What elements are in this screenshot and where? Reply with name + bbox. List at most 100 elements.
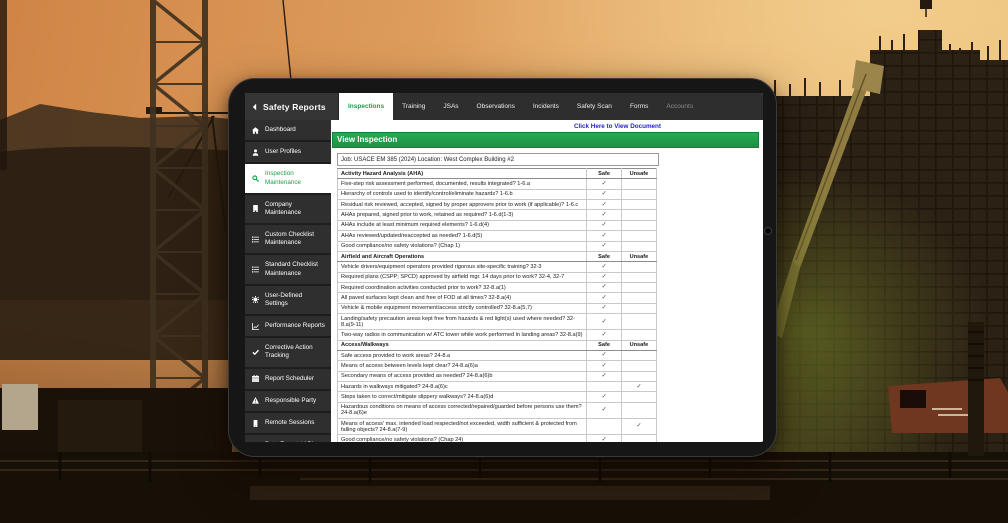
checklist-question: Means of access between levels kept clea… [338, 361, 587, 371]
unsafe-cell [621, 371, 656, 381]
gear-icon [252, 296, 260, 303]
safe-cell: ✓ [587, 179, 622, 189]
checklist-question: AHAs include at least minimum required e… [338, 220, 587, 230]
unsafe-cell [621, 330, 656, 340]
search-icon [252, 175, 260, 182]
section-title: Activity Hazard Analysis (AHA) [338, 169, 587, 179]
tab-inspections[interactable]: Inspections [339, 93, 393, 120]
checklist-question: Good compliance/no safety violations? (C… [338, 435, 587, 442]
checklist-row: Steps taken to correct/mitigate slippery… [338, 392, 657, 402]
sidebar-item-performance-reports[interactable]: Performance Reports [245, 316, 331, 338]
safe-cell: ✓ [587, 435, 622, 442]
sidebar-item-user-defined-settings[interactable]: User-Defined Settings [245, 286, 331, 316]
safe-cell: ✓ [587, 293, 622, 303]
safe-column-header: Safe [587, 251, 622, 261]
app-screen: Safety Reports InspectionsTrainingJSAsOb… [245, 93, 763, 442]
check-icon: ✓ [602, 190, 607, 197]
tab-observations[interactable]: Observations [468, 93, 524, 120]
tab-accounts[interactable]: Accounts [657, 93, 702, 120]
main-content: Click Here to View Document View Inspect… [331, 120, 763, 442]
unsafe-cell [621, 220, 656, 230]
sidebar-item-company-maintenance[interactable]: Company Maintenance [245, 195, 331, 225]
sidebar-item-data-export-api[interactable]: Data Export / API [245, 435, 331, 442]
checklist-row: Hierarchy of controls used to identify/c… [338, 189, 657, 199]
tab-forms[interactable]: Forms [621, 93, 657, 120]
user-icon [252, 149, 260, 156]
tab-training[interactable]: Training [393, 93, 434, 120]
sidebar-item-standard-checklist-maintenance[interactable]: Standard Checklist Maintenance [245, 255, 331, 285]
checklist-question: Five-step risk assessment performed, doc… [338, 179, 587, 189]
check-icon: ✓ [602, 318, 607, 325]
safe-cell: ✓ [587, 189, 622, 199]
unsafe-column-header: Unsafe [621, 251, 656, 261]
sidebar-item-report-scheduler[interactable]: Report Scheduler [245, 369, 331, 391]
checklist-question: Hierarchy of controls used to identify/c… [338, 189, 587, 199]
checklist-row: Landing/safety precaution areas kept fre… [338, 314, 657, 330]
mobile-icon [252, 420, 260, 427]
checklist-question: Secondary means of access provided as ne… [338, 371, 587, 381]
check-icon: ✓ [602, 221, 607, 228]
warning-icon [252, 397, 260, 404]
safe-cell: ✓ [587, 361, 622, 371]
sidebar-item-corrective-action-tracking[interactable]: Corrective Action Tracking [245, 338, 331, 368]
unsafe-cell [621, 262, 656, 272]
safe-cell: ✓ [587, 241, 622, 251]
checklist-question: Hazardous conditions on means of access … [338, 402, 587, 418]
checklist-question: Means of access' max. intended load resp… [338, 418, 587, 434]
body-row: DashboardUser ProfilesInspection Mainten… [245, 120, 763, 442]
check-icon: ✓ [602, 304, 607, 311]
tab-jsas[interactable]: JSAs [434, 93, 467, 120]
checklist-row: Secondary means of access provided as ne… [338, 371, 657, 381]
sidebar-item-label: Standard Checklist Maintenance [265, 261, 326, 277]
view-document-link[interactable]: Click Here to View Document [574, 123, 661, 130]
section-header-row: Activity Hazard Analysis (AHA)SafeUnsafe [338, 169, 657, 179]
safe-column-header: Safe [587, 169, 622, 179]
checklist-question: Hazards in walkways mitigated? 24-8.a(6)… [338, 382, 587, 392]
sidebar-item-custom-checklist-maintenance[interactable]: Custom Checklist Maintenance [245, 225, 331, 255]
check-icon: ✓ [602, 273, 607, 280]
tab-safety-scan[interactable]: Safety Scan [568, 93, 621, 120]
safe-cell: ✓ [587, 262, 622, 272]
sidebar-item-label: Custom Checklist Maintenance [265, 231, 326, 247]
unsafe-cell: ✓ [621, 418, 656, 434]
sidebar-item-label: Responsible Party [265, 397, 316, 405]
check-icon: ✓ [602, 351, 607, 358]
checklist-question: AHAs reviewed/updated/reaccepted as need… [338, 231, 587, 241]
unsafe-cell [621, 282, 656, 292]
sidebar-item-label: Data Export / API [265, 441, 313, 442]
back-icon[interactable] [252, 103, 257, 111]
page-title: View Inspection [332, 132, 759, 148]
check-icon: ✓ [602, 283, 607, 290]
check-icon: ✓ [602, 211, 607, 218]
checklist-row: Good compliance/no safety violations? (C… [338, 435, 657, 442]
sidebar-item-responsible-party[interactable]: Responsible Party [245, 391, 331, 413]
top-bar: Safety Reports InspectionsTrainingJSAsOb… [245, 93, 763, 120]
sidebar-item-label: Company Maintenance [265, 201, 326, 217]
check-icon: ✓ [602, 372, 607, 379]
safe-cell: ✓ [587, 330, 622, 340]
unsafe-cell [621, 303, 656, 313]
checklist-question: Required coordination activities conduct… [338, 282, 587, 292]
unsafe-column-header: Unsafe [621, 340, 656, 350]
safe-cell: ✓ [587, 210, 622, 220]
building-icon [252, 205, 260, 212]
unsafe-cell [621, 241, 656, 251]
unsafe-cell [621, 350, 656, 360]
safe-cell: ✓ [587, 220, 622, 230]
tab-incidents[interactable]: Incidents [524, 93, 568, 120]
checklist-row: AHAs prepared, signed prior to work, ret… [338, 210, 657, 220]
unsafe-cell [621, 293, 656, 303]
tab-bar: InspectionsTrainingJSAsObservationsIncid… [339, 93, 763, 120]
sidebar-item-remote-sessions[interactable]: Remote Sessions [245, 413, 331, 435]
safe-cell: ✓ [587, 392, 622, 402]
sidebar-item-inspection-maintenance[interactable]: Inspection Maintenance [245, 164, 331, 194]
checklist-row: All paved surfaces kept clean and free o… [338, 293, 657, 303]
check-icon: ✓ [602, 294, 607, 301]
section-header-row: Airfield and Aircraft OperationsSafeUnsa… [338, 251, 657, 261]
checklist-row: Safe access provided to work areas? 24-8… [338, 350, 657, 360]
list-icon [252, 236, 260, 243]
sidebar-item-dashboard[interactable]: Dashboard [245, 120, 331, 142]
sidebar-item-user-profiles[interactable]: User Profiles [245, 142, 331, 164]
safe-cell: ✓ [587, 350, 622, 360]
check-icon: ✓ [602, 406, 607, 413]
